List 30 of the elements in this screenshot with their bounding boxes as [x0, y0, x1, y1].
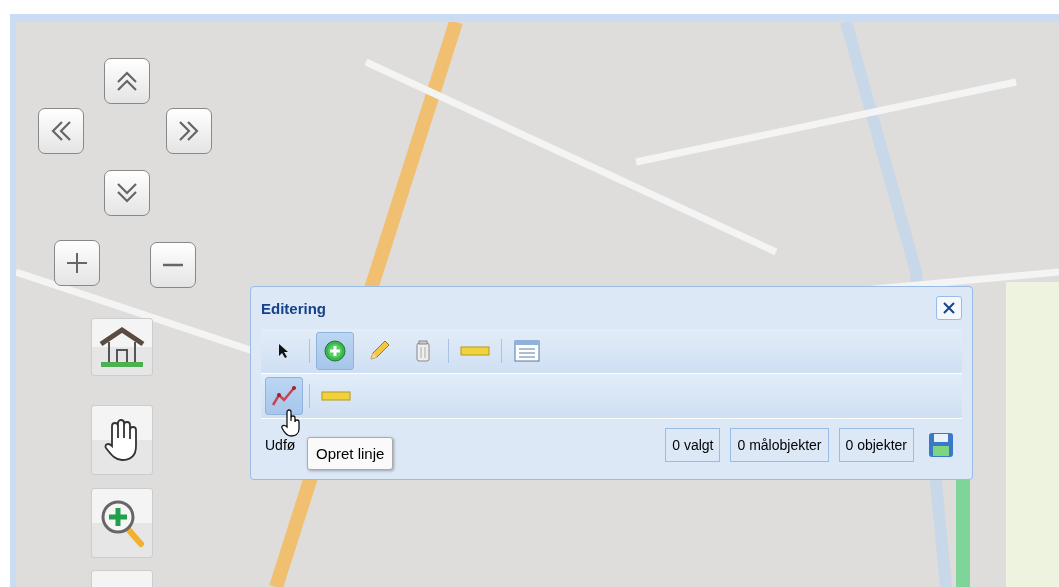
close-button[interactable] [936, 296, 962, 320]
save-icon [928, 432, 954, 458]
home-button[interactable] [91, 318, 153, 376]
status-text: Udfø [265, 437, 297, 453]
home-icon [97, 326, 147, 368]
zoom-in-icon [99, 498, 145, 548]
pan-button[interactable] [91, 405, 153, 475]
minus-icon [162, 263, 184, 267]
add-icon [324, 340, 346, 362]
panel-title: Editering [261, 299, 326, 317]
polyline-icon [270, 384, 298, 408]
zoom-box-button[interactable] [91, 488, 153, 558]
ruler-icon [460, 346, 490, 356]
trash-icon [415, 340, 431, 362]
ruler-icon [321, 391, 351, 401]
pan-left-button[interactable] [38, 108, 84, 154]
pencil-icon [367, 339, 391, 363]
tooltip: Opret linje [307, 437, 394, 470]
pan-up-button[interactable] [104, 58, 150, 104]
zoom-in-button[interactable] [54, 240, 100, 286]
pan-down-button[interactable] [104, 170, 150, 216]
count-field: 0 objekter [838, 428, 914, 462]
plus-icon [66, 252, 88, 274]
pan-right-button[interactable] [166, 108, 212, 154]
count-field: 0 målobjekter [730, 428, 829, 462]
count-field: 0 valgt [665, 428, 721, 462]
list-icon [514, 340, 540, 362]
pointer-icon [278, 343, 290, 359]
close-icon [942, 301, 956, 315]
zoom-out-button[interactable] [150, 242, 196, 288]
